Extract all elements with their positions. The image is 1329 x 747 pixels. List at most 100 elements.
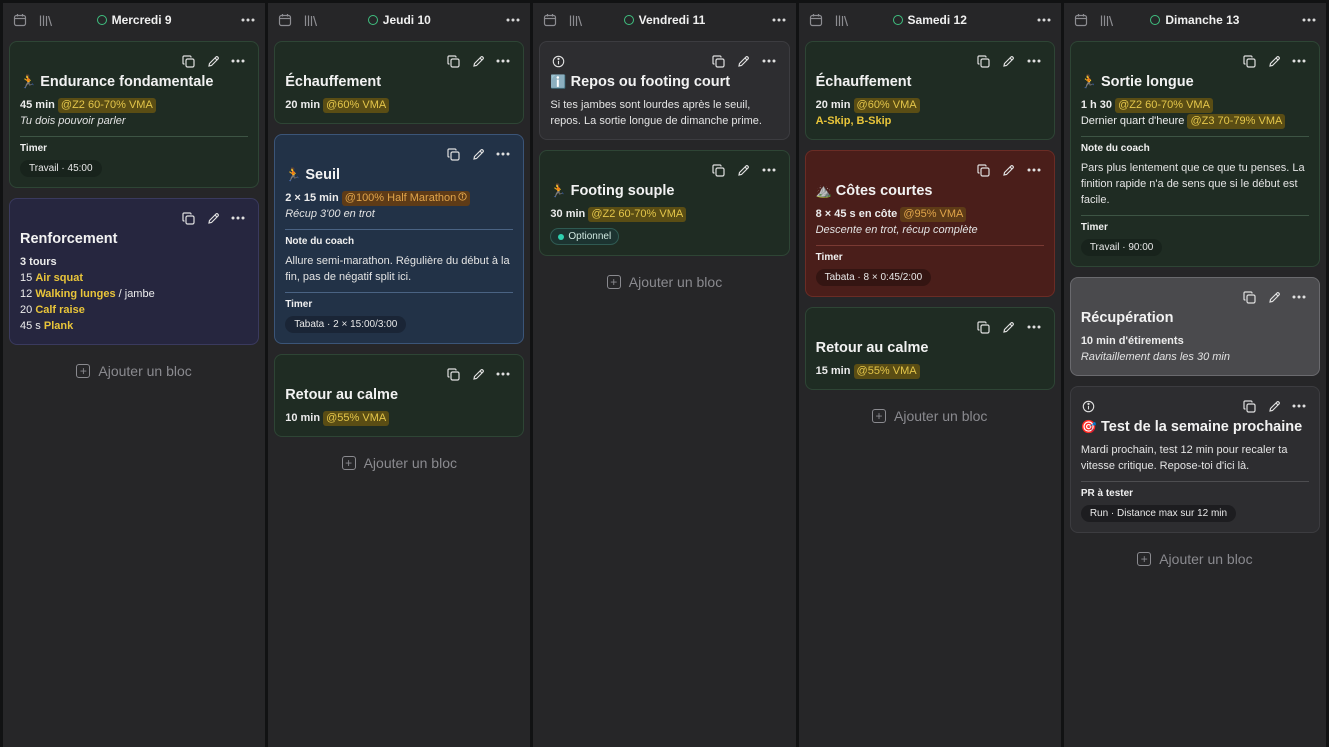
duplicate-icon[interactable] bbox=[976, 319, 992, 335]
workout-block-card[interactable]: Échauffement 20 min @60% VMA A-Skip, B-Ski… bbox=[804, 41, 1055, 140]
card-title: ℹ️ Repos ou footing court bbox=[550, 73, 778, 91]
title-emoji-icon: 🎯 bbox=[1080, 419, 1097, 434]
duplicate-icon[interactable] bbox=[180, 53, 196, 69]
workout-block-card[interactable]: 🎯 Test de la semaine prochaine Mardi proch… bbox=[1069, 386, 1321, 533]
metric-value: 2 × 15 min bbox=[285, 192, 339, 204]
workout-block-card[interactable]: Récupération 10 min d'étirements Ravitaill… bbox=[1069, 277, 1321, 376]
exercise-count: 20 bbox=[20, 304, 33, 316]
workout-block-card[interactable]: 🏃 Sortie longue 1 h 30 @Z2 60-70% VMA Derni… bbox=[1069, 41, 1321, 267]
edit-icon[interactable] bbox=[1001, 53, 1017, 69]
workout-block-card[interactable]: 🏃 Endurance fondamentale 45 min @Z2 60-70%… bbox=[9, 41, 260, 188]
card-title-text: Repos ou footing court bbox=[570, 74, 731, 90]
workout-block-card[interactable]: Retour au calme 10 min @55% VMA bbox=[274, 354, 525, 437]
more-icon[interactable] bbox=[1037, 18, 1051, 22]
more-icon[interactable] bbox=[1291, 53, 1307, 69]
exercise-link[interactable]: Air squat bbox=[35, 272, 83, 284]
exercise-link[interactable]: Calf raise bbox=[35, 304, 85, 316]
duplicate-icon[interactable] bbox=[976, 53, 992, 69]
add-block-button[interactable]: + Ajouter un bloc bbox=[9, 360, 259, 382]
more-icon[interactable] bbox=[230, 53, 246, 69]
edit-icon[interactable] bbox=[205, 210, 221, 226]
calendar-icon[interactable] bbox=[278, 13, 292, 27]
duplicate-icon[interactable] bbox=[976, 162, 992, 178]
add-block-button[interactable]: + Ajouter un bloc bbox=[274, 452, 524, 474]
more-icon[interactable] bbox=[1291, 398, 1307, 414]
calendar-icon[interactable] bbox=[13, 13, 27, 27]
duplicate-icon[interactable] bbox=[445, 53, 461, 69]
card-toolbar bbox=[1081, 52, 1309, 70]
exercise-line: 20 Calf raise bbox=[20, 302, 248, 318]
more-icon[interactable] bbox=[506, 18, 520, 22]
exercise-link[interactable]: Plank bbox=[44, 320, 73, 332]
edit-icon[interactable] bbox=[205, 53, 221, 69]
timer-chip[interactable]: Travail · 45:00 bbox=[20, 160, 102, 177]
day-label: Dimanche 13 bbox=[1165, 13, 1240, 27]
duplicate-icon[interactable] bbox=[445, 146, 461, 162]
more-icon[interactable] bbox=[495, 366, 511, 382]
more-icon[interactable] bbox=[1302, 18, 1316, 22]
calendar-icon[interactable] bbox=[1074, 13, 1088, 27]
duplicate-icon[interactable] bbox=[711, 162, 727, 178]
duplicate-icon[interactable] bbox=[445, 366, 461, 382]
edit-icon[interactable] bbox=[1001, 162, 1017, 178]
exercise-link[interactable]: Walking lunges bbox=[35, 288, 115, 300]
duplicate-icon[interactable] bbox=[1241, 398, 1257, 414]
edit-icon[interactable] bbox=[470, 366, 486, 382]
workout-block-card[interactable]: ℹ️ Repos ou footing court Si tes jambes so… bbox=[539, 41, 790, 140]
more-icon[interactable] bbox=[1291, 289, 1307, 305]
more-icon[interactable] bbox=[761, 162, 777, 178]
timer-chip[interactable]: Tabata · 8 × 0:45/2:00 bbox=[815, 269, 932, 286]
card-title-text: Sortie longue bbox=[1101, 74, 1194, 90]
library-icon[interactable] bbox=[569, 14, 583, 27]
library-icon[interactable] bbox=[835, 14, 849, 27]
add-block-label: Ajouter un bloc bbox=[363, 455, 457, 471]
timer-chip[interactable]: Travail · 90:00 bbox=[1080, 239, 1163, 256]
edit-icon[interactable] bbox=[470, 53, 486, 69]
more-icon[interactable] bbox=[230, 210, 246, 226]
edit-icon[interactable] bbox=[1266, 289, 1282, 305]
more-icon[interactable] bbox=[1026, 53, 1042, 69]
duplicate-icon[interactable] bbox=[1241, 53, 1257, 69]
more-icon[interactable] bbox=[495, 53, 511, 69]
library-icon[interactable] bbox=[39, 14, 53, 27]
workout-block-card[interactable]: Retour au calme 15 min @55% VMA bbox=[804, 307, 1055, 390]
edit-icon[interactable] bbox=[736, 162, 752, 178]
more-icon[interactable] bbox=[1026, 162, 1042, 178]
more-icon[interactable] bbox=[241, 18, 255, 22]
add-block-button[interactable]: + Ajouter un bloc bbox=[539, 271, 789, 293]
workout-block-card[interactable]: Renforcement 3 tours 15 Air squat 12 Walkin… bbox=[9, 198, 260, 345]
day-label: Jeudi 10 bbox=[382, 13, 431, 27]
edit-icon[interactable] bbox=[1266, 398, 1282, 414]
add-block-button[interactable]: + Ajouter un bloc bbox=[1070, 548, 1320, 570]
more-icon[interactable] bbox=[761, 53, 777, 69]
timer-chip[interactable]: Tabata · 2 × 15:00/3:00 bbox=[285, 316, 407, 333]
edit-icon[interactable] bbox=[736, 53, 752, 69]
card-title: 🏃 Endurance fondamentale bbox=[20, 73, 248, 91]
calendar-icon[interactable] bbox=[543, 13, 557, 27]
workout-block-card[interactable]: ⛰️ Côtes courtes 8 × 45 s en côte @95% VMA… bbox=[804, 150, 1055, 297]
edit-icon[interactable] bbox=[1266, 53, 1282, 69]
edit-icon[interactable] bbox=[470, 146, 486, 162]
more-icon[interactable] bbox=[495, 146, 511, 162]
library-icon[interactable] bbox=[1100, 14, 1114, 27]
workout-block-card[interactable]: 🏃 Footing souple 30 min @Z2 60-70% VMA Opti… bbox=[539, 150, 790, 256]
library-icon[interactable] bbox=[304, 14, 318, 27]
pace-info-icon[interactable] bbox=[458, 191, 467, 206]
intensity-pill: @100% Half Marathon bbox=[341, 191, 471, 206]
add-block-button[interactable]: + Ajouter un bloc bbox=[805, 405, 1055, 427]
duplicate-icon[interactable] bbox=[711, 53, 727, 69]
workout-block-card[interactable]: Échauffement 20 min @60% VMA bbox=[274, 41, 525, 124]
workout-block-card[interactable]: 🏃 Seuil 2 × 15 min @100% Half Marathon Récu… bbox=[274, 134, 525, 344]
intensity-pill: @Z3 70-79% VMA bbox=[1187, 114, 1286, 129]
metric-value: 45 min bbox=[20, 99, 55, 111]
duplicate-icon[interactable] bbox=[1241, 289, 1257, 305]
duplicate-icon[interactable] bbox=[180, 210, 196, 226]
timer-chip[interactable]: Run · Distance max sur 12 min bbox=[1080, 505, 1237, 522]
more-icon[interactable] bbox=[1026, 319, 1042, 335]
card-actions bbox=[445, 366, 513, 382]
drill-line: A-Skip, B-Skip bbox=[816, 113, 1044, 129]
more-icon[interactable] bbox=[772, 18, 786, 22]
edit-icon[interactable] bbox=[1001, 319, 1017, 335]
section-label: Timer bbox=[1080, 222, 1108, 233]
calendar-icon[interactable] bbox=[809, 13, 823, 27]
